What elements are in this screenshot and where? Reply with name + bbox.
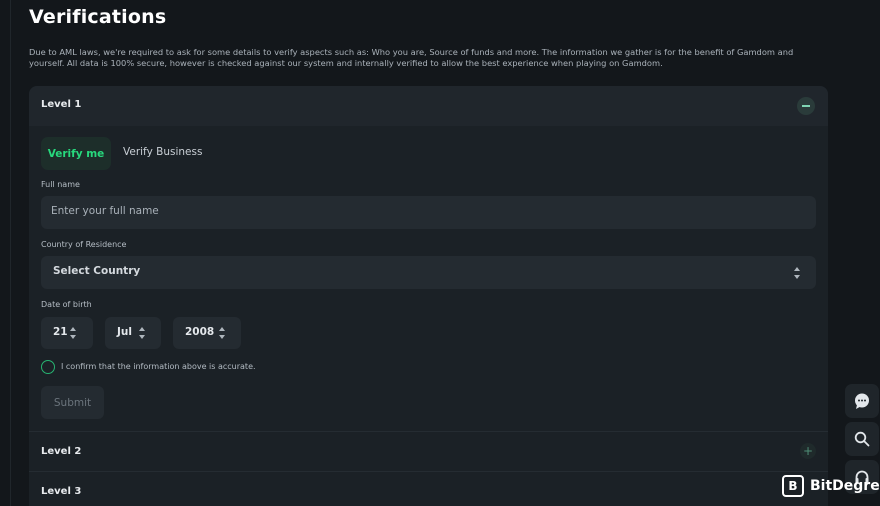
dob-day-value: 21 [53,326,68,338]
verification-panel: Level 1 Verify me Verify Business Full n… [29,86,828,506]
search-icon[interactable] [845,422,879,456]
select-arrows-icon [139,327,146,339]
full-name-label: Full name [41,180,80,189]
dob-day-select[interactable]: 21 [41,317,93,349]
dob-year-value: 2008 [185,326,215,338]
tab-verify-me[interactable]: Verify me [41,137,111,170]
tab-verify-business[interactable]: Verify Business [123,146,202,158]
bitdegree-logo-icon: B [782,475,804,497]
divider [29,471,828,472]
page-title: Verifications [29,6,167,28]
submit-button[interactable]: Submit [41,386,104,419]
bitdegree-watermark: B BitDegree [782,475,880,497]
dob-month-select[interactable]: Jul [105,317,161,349]
level-1-header[interactable]: Level 1 [29,86,828,126]
expand-icon[interactable]: + [800,443,816,459]
country-label: Country of Residence [41,240,127,249]
dob-month-value: Jul [117,326,132,338]
confirm-checkbox[interactable] [41,360,55,374]
level-1-label: Level 1 [41,99,82,110]
select-arrows-icon [794,267,801,279]
country-select-value: Select Country [53,265,141,277]
dob-label: Date of birth [41,300,92,309]
chat-icon[interactable] [845,384,879,418]
level-2-header[interactable]: Level 2 [41,446,81,457]
select-arrows-icon [70,327,77,339]
page-description: Due to AML laws, we're required to ask f… [29,47,794,68]
bitdegree-text: BitDegree [810,478,880,494]
dob-year-select[interactable]: 2008 [173,317,241,349]
country-select[interactable]: Select Country [41,256,816,289]
divider [29,431,828,432]
full-name-placeholder: Enter your full name [51,205,159,217]
confirm-label: I confirm that the information above is … [61,362,256,371]
level-3-header[interactable]: Level 3 [41,486,81,497]
left-divider [10,0,11,506]
select-arrows-icon [219,327,226,339]
full-name-field[interactable]: Enter your full name [41,196,816,229]
collapse-icon[interactable] [797,97,815,115]
